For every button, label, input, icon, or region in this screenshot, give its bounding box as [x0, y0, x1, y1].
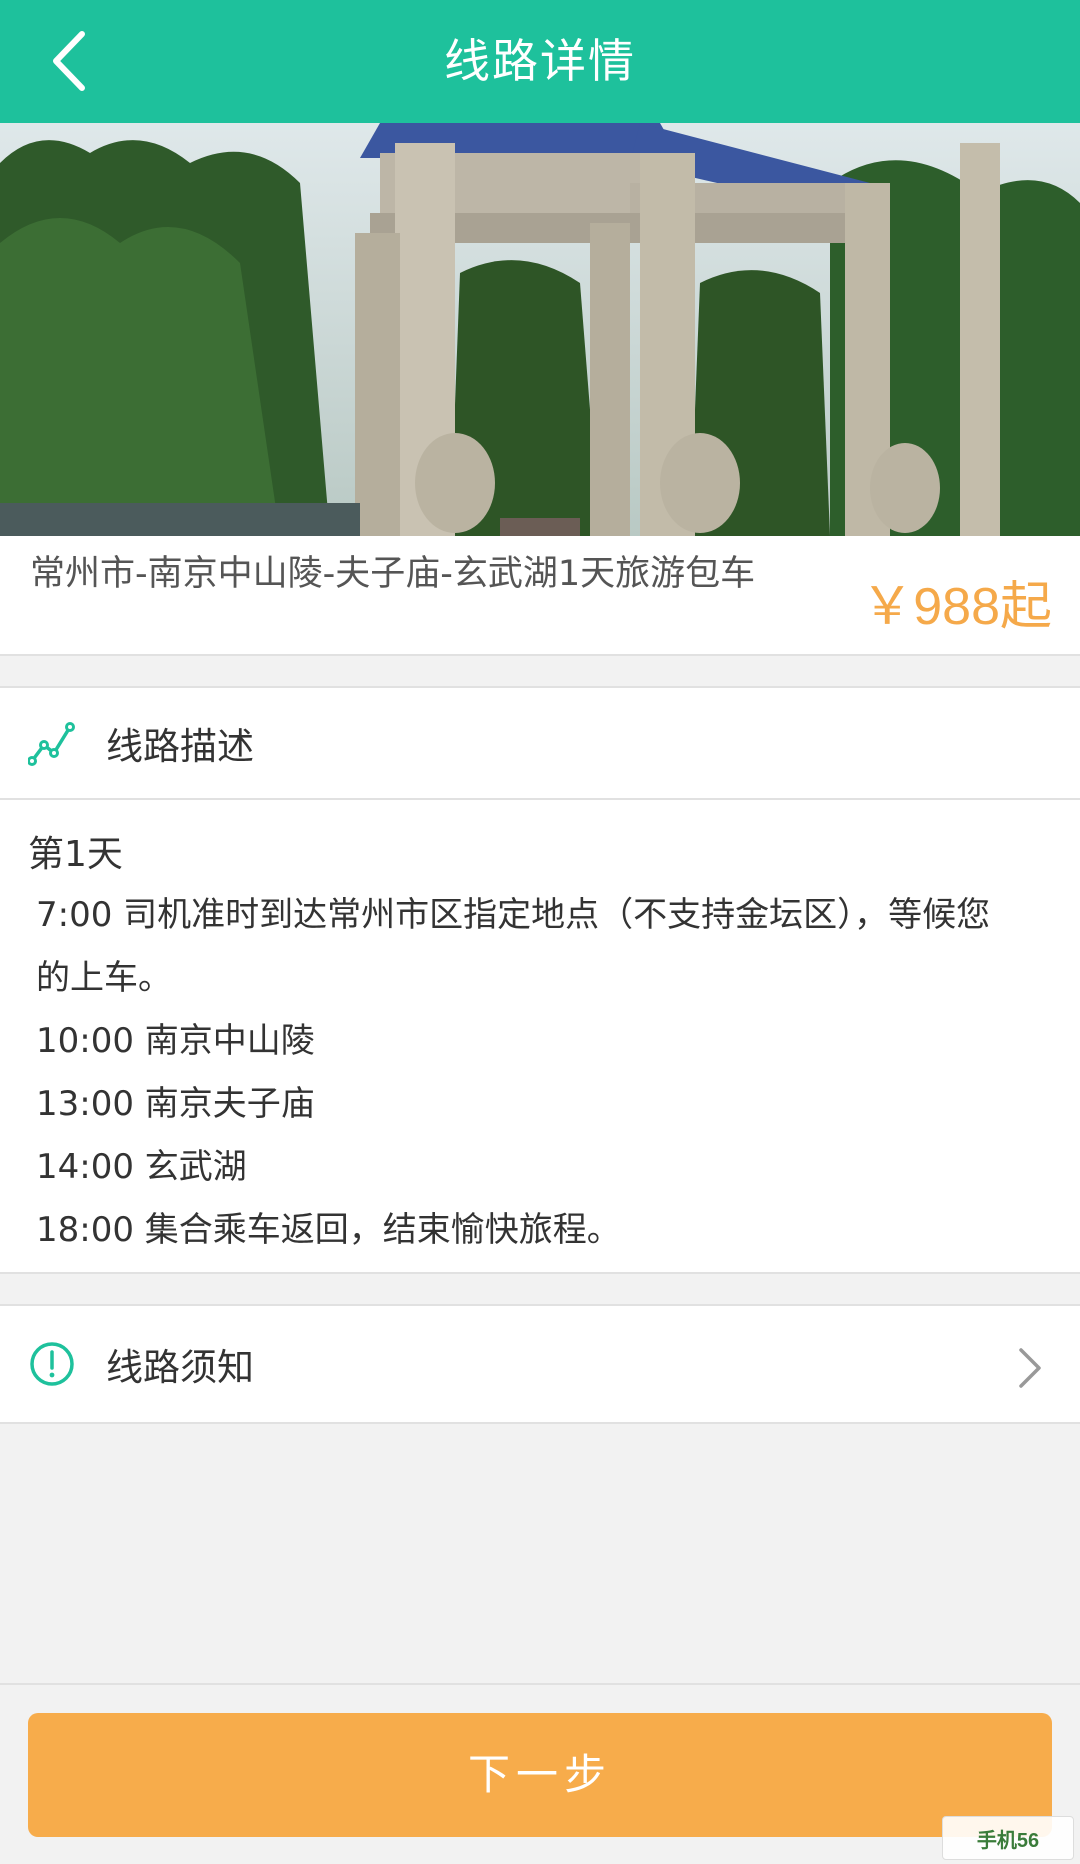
route-description-section: 线路描述 第1天 7:00 司机准时到达常州市区指定地点（不支持金坛区），等候您…: [0, 686, 1080, 1274]
itinerary-line: 10:00 南京中山陵: [36, 1021, 315, 1061]
product-price: ￥988起: [861, 578, 1052, 636]
itinerary-line: 18:00 集合乘车返回，结束愉快旅程。: [36, 1210, 621, 1250]
itinerary-line: 7:00 司机准时到达常州市区指定地点（不支持金坛区），等候您: [36, 895, 991, 935]
product-name: 常州市-南京中山陵-夫子庙-玄武湖1天旅游包车: [30, 554, 756, 594]
watermark-text: 手机56: [976, 1829, 1040, 1852]
watermark-logo: 手机56: [942, 1816, 1074, 1860]
bottom-bar: 下一步: [0, 1683, 1080, 1864]
itinerary-line: 13:00 南京夫子庙: [36, 1084, 315, 1124]
itinerary-line: 14:00 玄武湖: [36, 1147, 247, 1187]
product-info: 常州市-南京中山陵-夫子庙-玄武湖1天旅游包车 ￥988起: [0, 536, 1080, 656]
route-description-label: 线路描述: [106, 725, 254, 768]
hero-image: [0, 123, 1080, 536]
day-label: 第1天: [28, 834, 123, 875]
exclamation-circle-icon: [30, 1342, 74, 1386]
route-description-header: 线路描述: [0, 688, 1080, 798]
top-bar: 线路详情: [0, 0, 1080, 123]
route-notice-header: 线路须知: [0, 1306, 1080, 1422]
chevron-right-icon: [1019, 1348, 1041, 1388]
route-notice-label: 线路须知: [106, 1346, 254, 1389]
next-step-button[interactable]: 下一步: [28, 1713, 1052, 1837]
line-chart-icon: [28, 722, 75, 766]
route-description-body: 第1天 7:00 司机准时到达常州市区指定地点（不支持金坛区），等候您 的上车。…: [0, 798, 1080, 1262]
route-notice-row[interactable]: 线路须知: [0, 1304, 1080, 1424]
itinerary-line: 的上车。: [36, 958, 172, 998]
page-title: 线路详情: [444, 34, 636, 88]
